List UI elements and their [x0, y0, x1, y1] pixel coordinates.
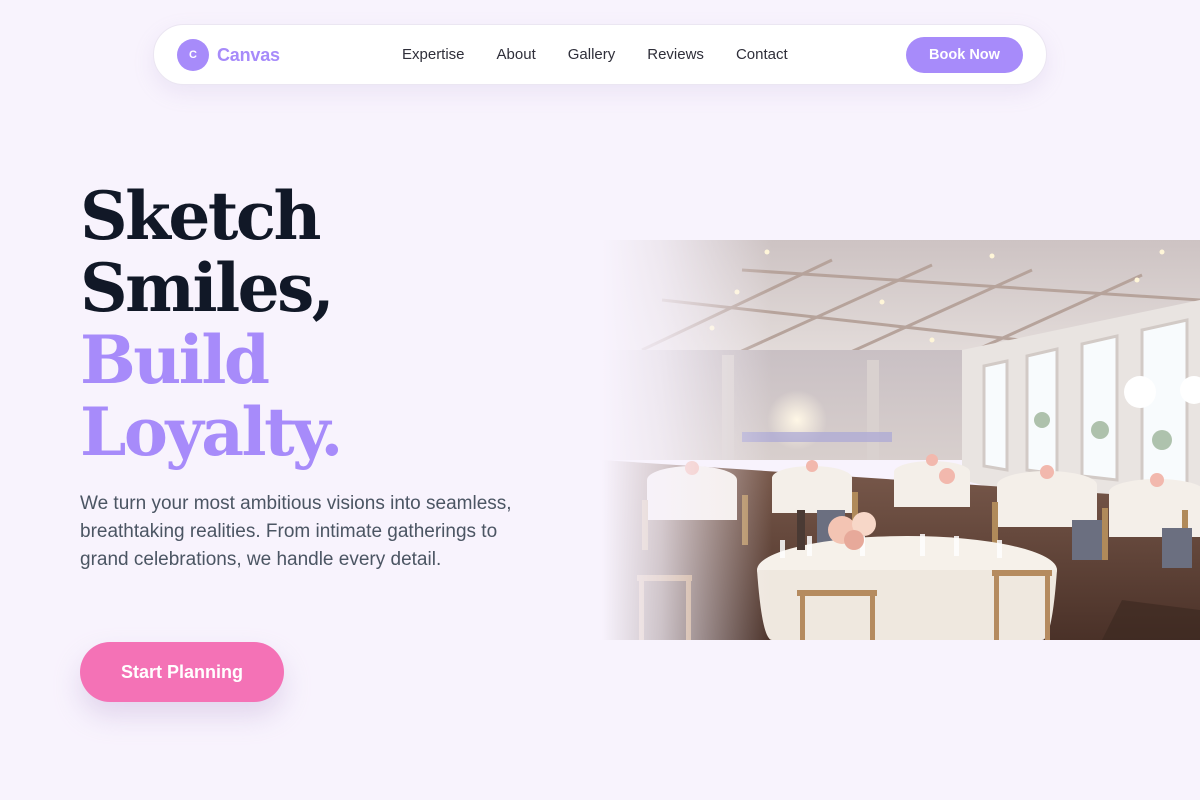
brand-mark-icon: C — [177, 39, 209, 71]
nav-link-about[interactable]: About — [497, 46, 536, 63]
nav-link-contact[interactable]: Contact — [736, 46, 788, 63]
hero-description: We turn your most ambitious visions into… — [80, 493, 512, 570]
hero-title: Sketch Smiles, Build Loyalty. — [80, 177, 343, 471]
brand-name: Canvas — [217, 44, 280, 65]
start-planning-button[interactable]: Start Planning — [80, 642, 284, 702]
brand-logo[interactable]: C Canvas — [177, 39, 280, 71]
nav-links: Expertise About Gallery Reviews Contact — [402, 25, 788, 84]
hero-venue-image — [602, 240, 1200, 640]
hero-title-line-1: Sketch — [80, 177, 322, 255]
hero-accent-line-1: Build — [80, 321, 270, 399]
nav-link-reviews[interactable]: Reviews — [647, 46, 704, 63]
nav-link-gallery[interactable]: Gallery — [568, 46, 616, 63]
book-now-button[interactable]: Book Now — [906, 37, 1023, 73]
hero-accent-line-2: Loyalty. — [80, 393, 343, 471]
stage-lights — [742, 432, 892, 442]
hero-title-line-2: Smiles, — [80, 249, 335, 327]
venue-illustration — [602, 240, 1200, 640]
balloon — [1124, 376, 1156, 408]
top-navbar: C Canvas Expertise About Gallery Reviews… — [153, 24, 1047, 85]
nav-link-expertise[interactable]: Expertise — [402, 46, 465, 63]
